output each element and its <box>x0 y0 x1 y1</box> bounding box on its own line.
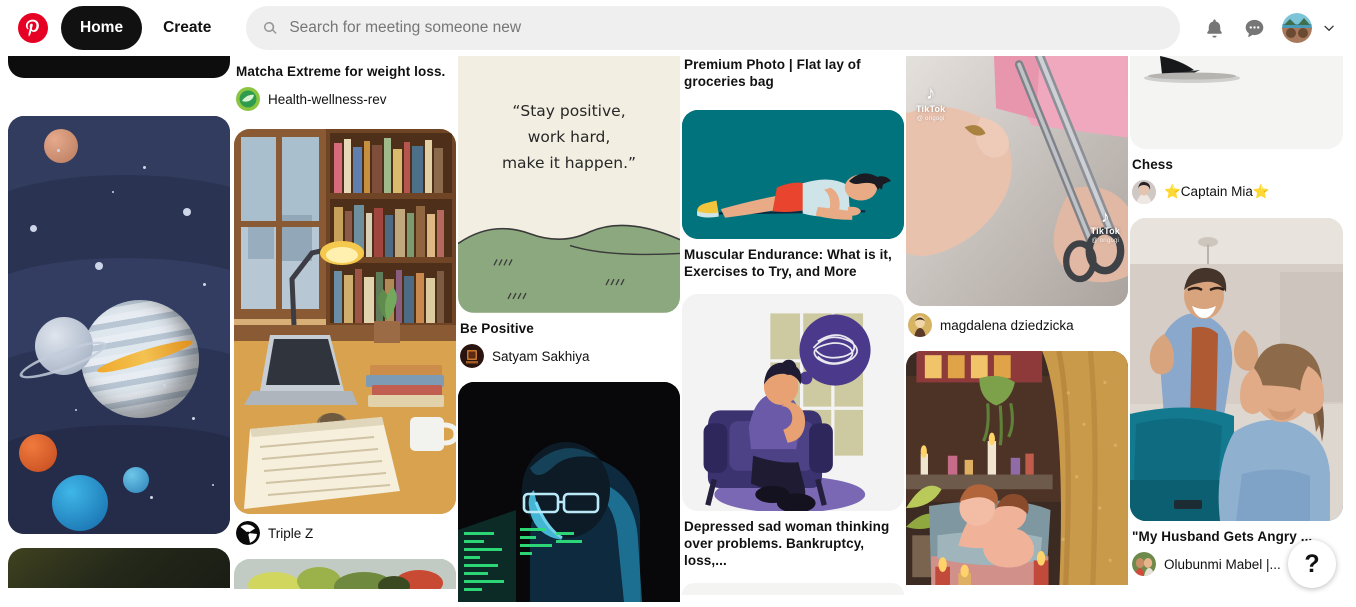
pin-author[interactable]: ⭐Captain Mia⭐ <box>1132 180 1341 204</box>
author-avatar <box>236 521 260 545</box>
plank-exercise-illustration <box>682 110 904 239</box>
nav-home-button[interactable]: Home <box>61 6 143 50</box>
messages-button[interactable] <box>1234 8 1274 48</box>
grid-column-2: Matcha Extreme for weight loss. Health-w… <box>234 56 456 603</box>
pinterest-p-icon <box>25 19 39 37</box>
grid-column-5: ♪ TikTok @ origogi ♪ TikTok @ origogi ma… <box>906 56 1128 599</box>
pin-tiktok-scissors[interactable]: ♪ TikTok @ origogi ♪ TikTok @ origogi ma… <box>906 56 1128 337</box>
hills-illustration <box>458 224 680 313</box>
pin-image[interactable] <box>906 351 1128 585</box>
grid-column-4: Premium Photo | Flat lay of groceries ba… <box>682 56 904 607</box>
pin-image[interactable] <box>234 129 456 514</box>
pin-author[interactable]: Health-wellness-rev <box>236 87 454 111</box>
pin-image[interactable] <box>8 548 230 588</box>
author-name: Satyam Sakhiya <box>492 348 590 364</box>
pin-image[interactable] <box>1130 218 1343 521</box>
study-desk-illustration <box>234 129 456 514</box>
coder-illustration <box>458 382 680 602</box>
notifications-button[interactable] <box>1194 8 1234 48</box>
pin-title: Be Positive <box>460 321 534 336</box>
pin-author[interactable]: magdalena dziedzicka <box>908 313 1126 337</box>
author-avatar <box>1132 180 1156 204</box>
pin-image[interactable]: ♪ TikTok @ origogi ♪ TikTok @ origogi <box>906 56 1128 306</box>
help-button[interactable]: ? <box>1288 540 1336 588</box>
bathtub-couple-illustration <box>906 351 1128 585</box>
pin-floral-partial[interactable] <box>234 559 456 589</box>
author-name: Health-wellness-rev <box>268 91 387 107</box>
avatar-image <box>1132 552 1156 576</box>
grid-column-1 <box>8 56 230 602</box>
pin-be-positive[interactable]: “Stay positive, work hard, make it happen.… <box>458 56 680 368</box>
tiktok-watermark-bottom: ♪ TikTok @ origogi <box>1090 207 1120 245</box>
author-avatar <box>908 313 932 337</box>
account-menu-button[interactable] <box>1316 15 1342 41</box>
pin-image[interactable] <box>458 382 680 602</box>
pin-black-partial[interactable] <box>8 56 230 78</box>
author-name: Olubunmi Mabel |... <box>1164 556 1281 572</box>
pin-image[interactable] <box>1130 56 1343 149</box>
pin-image[interactable]: “Stay positive, work hard, make it happen.… <box>458 56 680 313</box>
pin-author[interactable]: Triple Z <box>236 521 454 545</box>
pin-depressed-woman[interactable]: Depressed sad woman thinking over proble… <box>682 294 904 569</box>
grid-column-3: “Stay positive, work hard, make it happen.… <box>458 56 680 607</box>
grid-column-6: Chess ⭐Captain Mia⭐ "My Husband Gets Ang… <box>1130 56 1343 590</box>
pin-matcha[interactable]: Matcha Extreme for weight loss. Health-w… <box>234 63 456 111</box>
pin-hacker-coder[interactable] <box>458 382 680 602</box>
avatar-image <box>1132 180 1156 204</box>
space-illustration <box>8 116 230 534</box>
pin-bathtub-couple[interactable] <box>906 351 1128 585</box>
pin-image[interactable] <box>8 56 230 78</box>
pin-image[interactable] <box>234 559 456 589</box>
quote-text: “Stay positive, work hard, make it happen.… <box>501 102 637 172</box>
author-avatar <box>236 87 260 111</box>
search-bar[interactable] <box>246 6 1180 50</box>
author-name: magdalena dziedzicka <box>940 317 1074 333</box>
pin-title: Muscular Endurance: What is it, Exercise… <box>684 247 892 279</box>
pin-husband-angry[interactable]: "My Husband Gets Angry ... Olubunmi Mabe… <box>1130 218 1343 576</box>
author-name: ⭐Captain Mia⭐ <box>1164 184 1270 199</box>
pin-image[interactable] <box>682 583 904 595</box>
pin-title: Matcha Extreme for weight loss. <box>236 64 446 79</box>
pin-image[interactable] <box>682 110 904 239</box>
pin-image[interactable] <box>8 116 230 534</box>
pin-muscular-endurance[interactable]: Muscular Endurance: What is it, Exercise… <box>682 110 904 280</box>
pinterest-logo[interactable] <box>18 13 48 43</box>
depressed-woman-illustration <box>682 294 904 511</box>
search-icon <box>264 21 277 34</box>
pin-groceries[interactable]: Premium Photo | Flat lay of groceries ba… <box>682 56 904 90</box>
author-avatar <box>460 344 484 368</box>
search-input[interactable] <box>289 19 1164 37</box>
pin-image[interactable] <box>682 294 904 511</box>
nav-create-button[interactable]: Create <box>144 6 230 50</box>
author-avatar <box>1132 552 1156 576</box>
pin-desk-study[interactable]: Triple Z <box>234 129 456 545</box>
pin-space-planets[interactable] <box>8 116 230 534</box>
author-name: Triple Z <box>268 525 314 541</box>
pin-title: Chess <box>1132 157 1174 172</box>
chevron-down-icon <box>1324 25 1334 31</box>
tiktok-watermark-top: ♪ TikTok @ origogi <box>916 83 946 123</box>
avatar-image <box>460 344 484 368</box>
top-navigation-bar: Home Create <box>0 0 1356 56</box>
avatar-image <box>908 313 932 337</box>
couple-argument-photo <box>1130 218 1343 521</box>
chess-piece-illustration <box>1130 56 1343 149</box>
avatar-image <box>1282 13 1312 43</box>
pin-chess[interactable]: Chess ⭐Captain Mia⭐ <box>1130 56 1343 204</box>
avatar-image <box>236 87 260 111</box>
pin-bottom-partial[interactable] <box>682 583 904 595</box>
avatar[interactable] <box>1282 13 1312 43</box>
pin-author[interactable]: Satyam Sakhiya <box>460 344 678 368</box>
bell-icon <box>1206 18 1222 38</box>
pin-title: Premium Photo | Flat lay of groceries ba… <box>684 57 861 89</box>
avatar-image <box>236 521 260 545</box>
pin-grid[interactable]: Matcha Extreme for weight loss. Health-w… <box>0 56 1356 607</box>
chat-bubble-icon <box>1245 19 1263 37</box>
pin-dark-green-partial[interactable] <box>8 548 230 588</box>
pin-title: Depressed sad woman thinking over proble… <box>684 519 890 568</box>
floral-illustration <box>234 559 456 589</box>
